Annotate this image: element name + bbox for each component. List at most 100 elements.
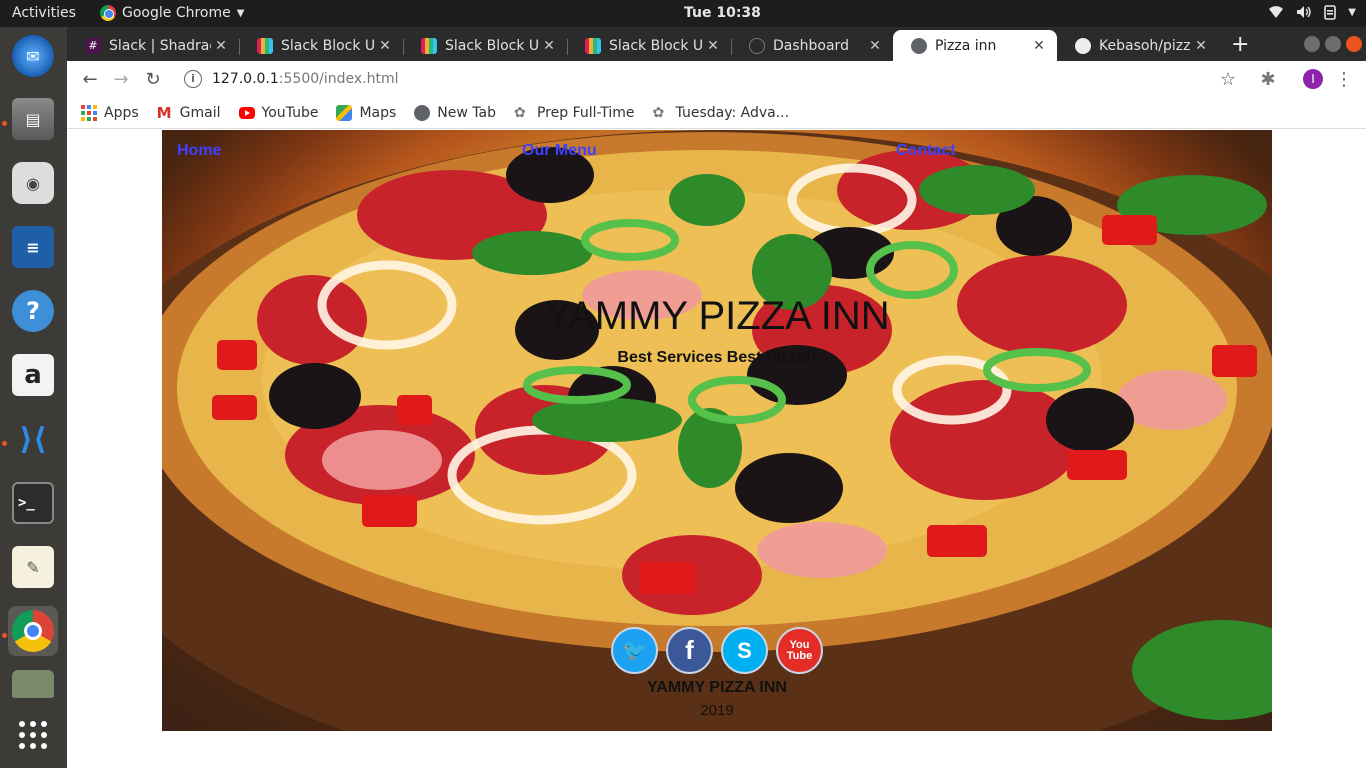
dock-terminal[interactable]: >_: [8, 478, 58, 528]
close-icon[interactable]: ✕: [865, 38, 885, 54]
tab-title: Pizza inn: [935, 37, 997, 54]
github-icon: [1075, 37, 1091, 54]
tab-title: Slack Block Use: [281, 37, 375, 54]
minimize-button[interactable]: [1304, 36, 1320, 52]
nav-contact-link[interactable]: Contact: [896, 142, 956, 160]
chevron-down-icon: ▼: [1348, 6, 1356, 18]
chevron-down-icon: ▼: [236, 7, 245, 19]
hero-section: Home Our Menu Contact YAMMY PIZZA INN Be…: [162, 130, 1272, 731]
terminal-icon: >_: [12, 482, 54, 524]
profile-avatar[interactable]: I: [1302, 68, 1324, 90]
bookmark-label: Tuesday: Adva...: [675, 104, 790, 121]
social-links: 🐦 f S You Tube: [611, 627, 823, 674]
clock[interactable]: Tue 10:38: [684, 5, 761, 21]
footer-name: YAMMY PIZZA INN: [647, 679, 787, 696]
apps-grid-icon: [81, 104, 97, 121]
bookmark-label: Apps: [104, 104, 139, 121]
reload-icon[interactable]: ↻: [142, 68, 164, 90]
bookmark-label: New Tab: [437, 104, 496, 121]
slack-block-icon: [257, 37, 273, 54]
footer-year: 2019: [700, 702, 734, 719]
browser-toolbar: ← → ↻ i 127.0.0.1:5500/index.html ☆ ✱ I …: [67, 61, 1366, 97]
forward-arrow-icon[interactable]: →: [110, 68, 132, 90]
dock-image-viewer[interactable]: [8, 670, 58, 698]
tab-title: Slack Block Use: [609, 37, 703, 54]
back-arrow-icon[interactable]: ←: [79, 68, 101, 90]
bookmark-icon: ✿: [652, 104, 665, 121]
system-tray[interactable]: ▼: [1268, 4, 1356, 20]
nav-our-menu-link[interactable]: Our Menu: [522, 142, 597, 160]
speaker-icon: ◉: [12, 162, 54, 204]
extension-icon[interactable]: ✱: [1257, 68, 1279, 90]
youtube-icon: [238, 106, 255, 119]
tab-strip: # Slack | Shadrac ✕ Slack Block Use ✕ Sl…: [67, 27, 1366, 61]
close-icon[interactable]: ✕: [703, 38, 723, 54]
document-icon: ≡: [12, 226, 54, 268]
tab-github[interactable]: Kebasoh/pizza ✕: [1057, 30, 1219, 61]
slack-icon: #: [85, 37, 101, 54]
skype-icon[interactable]: S: [721, 627, 768, 674]
globe-icon: [911, 37, 927, 54]
dock-files[interactable]: ▤: [8, 94, 58, 144]
youtube-icon[interactable]: You Tube: [776, 627, 823, 674]
close-icon[interactable]: ✕: [211, 38, 231, 54]
tab-title: Kebasoh/pizza: [1099, 37, 1191, 54]
bookmark-label: Gmail: [179, 104, 221, 121]
bookmark-label: Maps: [359, 104, 397, 121]
apps-grid-icon: [19, 721, 47, 749]
bookmark-new-tab[interactable]: New Tab: [414, 104, 496, 121]
bookmark-prep-full-time[interactable]: ✿ Prep Full-Time: [514, 105, 635, 121]
close-icon[interactable]: ✕: [1191, 38, 1211, 54]
app-menu[interactable]: Google Chrome ▼: [100, 5, 244, 21]
bookmark-youtube[interactable]: YouTube: [238, 105, 318, 121]
info-icon[interactable]: i: [184, 70, 202, 88]
dock-writer[interactable]: ≡: [8, 222, 58, 272]
dock-vscode[interactable]: ⟩⟨: [8, 414, 58, 464]
menu-kebab-icon[interactable]: ⋮: [1333, 68, 1355, 90]
nav-home-link[interactable]: Home: [177, 142, 221, 160]
tab-title: Slack | Shadrac: [109, 37, 211, 54]
slack-block-icon: [421, 37, 437, 54]
dock-chrome[interactable]: [8, 606, 58, 656]
new-tab-button[interactable]: +: [1231, 32, 1249, 57]
text-editor-icon: ✎: [12, 546, 54, 588]
bookmark-maps[interactable]: Maps: [336, 104, 397, 121]
thunderbird-icon: ✉: [12, 35, 54, 77]
tab-slack-block-1[interactable]: Slack Block Use ✕: [239, 30, 403, 61]
tab-title: Dashboard: [773, 37, 849, 54]
twitter-icon[interactable]: 🐦: [611, 627, 658, 674]
dock: ✉ ▤ ◉ ≡ ? a ⟩⟨ >_ ✎: [0, 27, 67, 768]
show-applications-button[interactable]: [8, 710, 58, 760]
bookmark-star-icon[interactable]: ☆: [1217, 68, 1239, 90]
bookmark-icon: ✿: [513, 104, 526, 121]
close-window-button[interactable]: [1346, 36, 1362, 52]
address-bar[interactable]: i 127.0.0.1:5500/index.html: [172, 65, 1252, 93]
close-icon[interactable]: ✕: [539, 38, 559, 54]
amazon-icon: a: [12, 354, 54, 396]
bookmark-tuesday[interactable]: ✿ Tuesday: Adva...: [653, 105, 790, 121]
bookmark-apps[interactable]: Apps: [81, 104, 139, 121]
dock-text-editor[interactable]: ✎: [8, 542, 58, 592]
page-viewport: Home Our Menu Contact YAMMY PIZZA INN Be…: [67, 130, 1366, 768]
tab-pizza-inn[interactable]: Pizza inn ✕: [893, 30, 1057, 61]
page-title: YAMMY PIZZA INN: [544, 294, 890, 338]
maximize-button[interactable]: [1325, 36, 1341, 52]
app-name: Google Chrome: [122, 5, 231, 21]
slack-block-icon: [585, 37, 601, 54]
tab-title: Slack Block Use: [445, 37, 539, 54]
bookmark-gmail[interactable]: M Gmail: [157, 105, 221, 121]
tab-slack-block-2[interactable]: Slack Block Use ✕: [403, 30, 567, 61]
dock-help[interactable]: ?: [8, 286, 58, 336]
system-top-bar: Activities Google Chrome ▼ Tue 10:38 ▼: [0, 0, 1366, 27]
dock-amazon[interactable]: a: [8, 350, 58, 400]
dock-thunderbird[interactable]: ✉: [8, 31, 58, 81]
battery-clipboard-icon: [1324, 5, 1337, 20]
tab-slack-block-3[interactable]: Slack Block Use ✕: [567, 30, 731, 61]
activities-button[interactable]: Activities: [12, 5, 76, 21]
tab-slack[interactable]: # Slack | Shadrac ✕: [67, 30, 239, 61]
close-icon[interactable]: ✕: [1029, 38, 1049, 54]
close-icon[interactable]: ✕: [375, 38, 395, 54]
dock-rhythmbox[interactable]: ◉: [8, 158, 58, 208]
facebook-icon[interactable]: f: [666, 627, 713, 674]
tab-dashboard[interactable]: Dashboard ✕: [731, 30, 893, 61]
